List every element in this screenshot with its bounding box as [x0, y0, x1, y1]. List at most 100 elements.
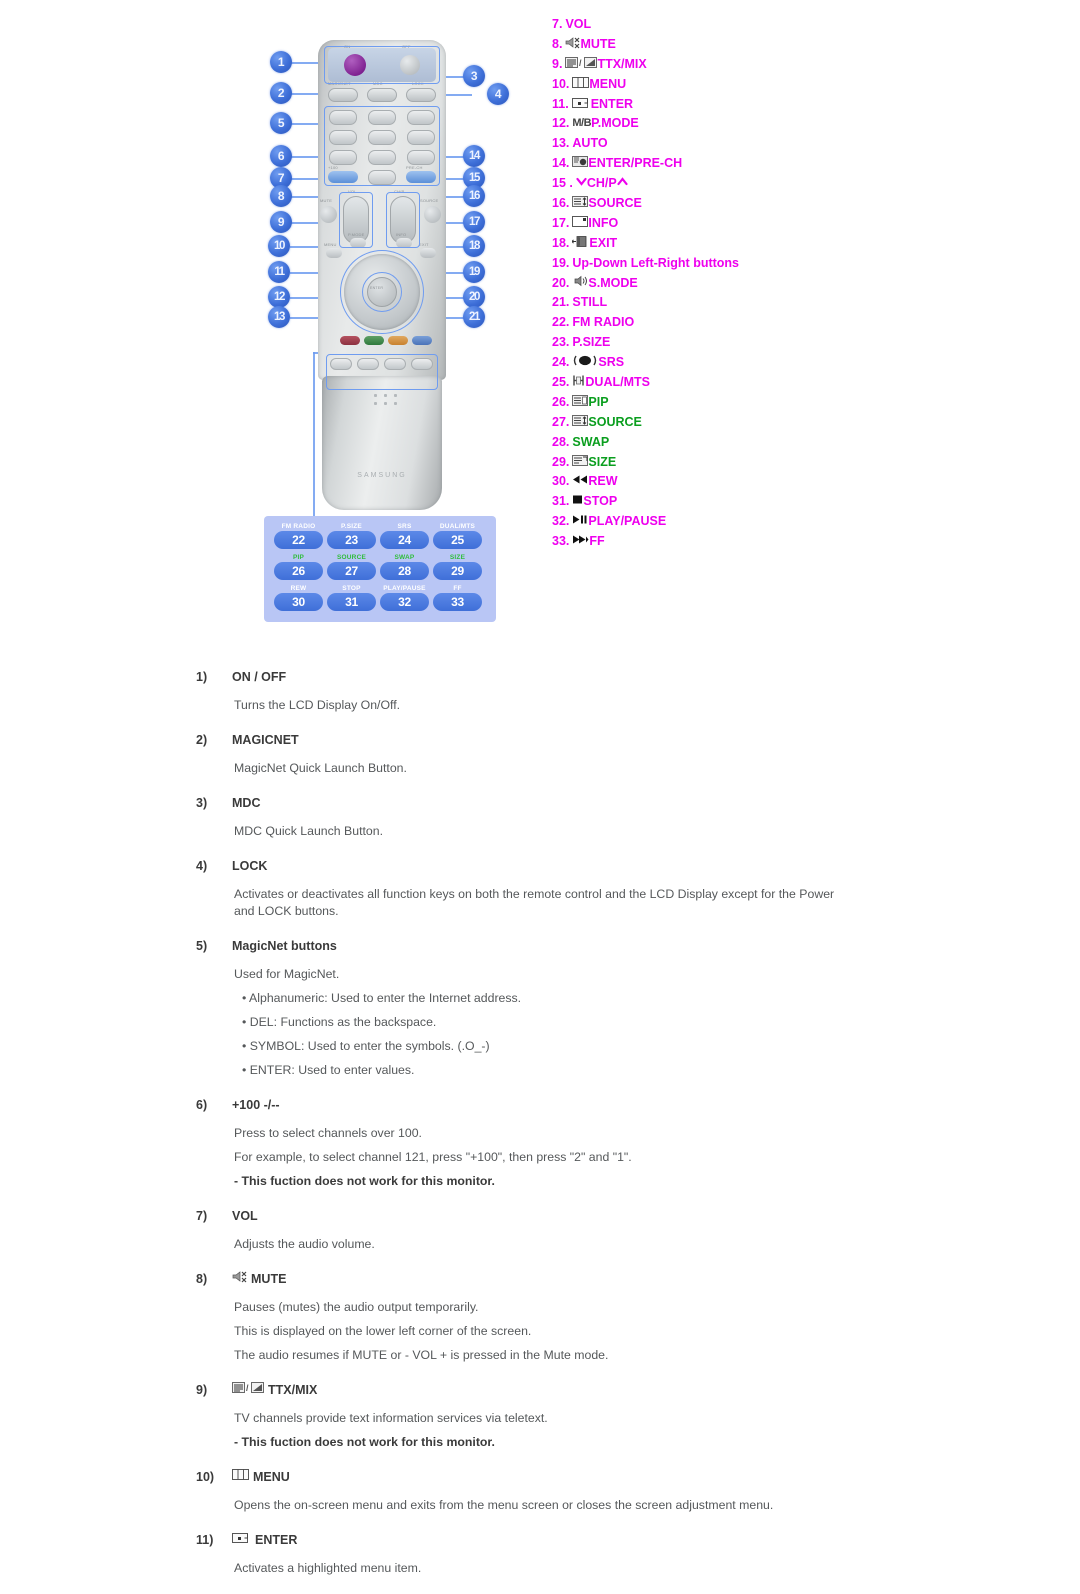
- still-button: [340, 336, 360, 345]
- keypad-cell: PLAY/PAUSE 32: [380, 584, 429, 611]
- keypad-key-label: P.SIZE: [341, 523, 362, 530]
- mb-icon: M/B: [572, 117, 592, 130]
- legend-item: 23. P.SIZE: [552, 332, 882, 352]
- description-number: 10): [196, 1470, 215, 1484]
- chevron-up-icon: [617, 176, 628, 190]
- keypad-cell: DUAL/MTS 25: [433, 522, 482, 549]
- callout-9: 9: [270, 211, 292, 233]
- description-line: • SYMBOL: Used to enter the symbols. (.O…: [242, 1039, 490, 1053]
- callout-11: 11: [268, 261, 290, 283]
- description-heading: 8) MUTE: [196, 1270, 836, 1288]
- description-title-group: MagicNet buttons: [232, 937, 337, 955]
- description-item: 8) MUTE Pauses (mutes) the audio output t…: [196, 1270, 836, 1364]
- legend-item: 13. AUTO: [552, 133, 882, 153]
- svg-text:/: /: [579, 58, 582, 68]
- hint-source: SOURCE: [420, 198, 439, 203]
- highlight-vol-rocker: [339, 192, 373, 248]
- description-heading: 11) ENTER: [196, 1531, 836, 1549]
- description-line: Activates or deactivates all function ke…: [234, 887, 835, 918]
- description-heading: 2) MAGICNET: [196, 731, 836, 749]
- description-line: MDC Quick Launch Button.: [234, 824, 383, 838]
- legend-item: 29. SIZE: [552, 452, 882, 472]
- legend-item-number: 24.: [552, 355, 570, 370]
- keypad-key-label: STOP: [342, 585, 361, 592]
- menu-button: [326, 248, 342, 258]
- description-line: • Alphanumeric: Used to enter the Intern…: [242, 991, 522, 1005]
- description-body: Opens the on-screen menu and exits from …: [234, 1497, 836, 1514]
- callout-21: 21: [463, 306, 485, 328]
- legend-item-number: 25.: [552, 374, 570, 389]
- legend-item-label: Up-Down Left-Right buttons: [572, 255, 740, 270]
- button-descriptions: 1) ON / OFF Turns the LCD Display On/Off. 2…: [196, 668, 836, 1594]
- source-icon: [572, 195, 589, 211]
- legend-item-number: 30.: [552, 474, 570, 489]
- description-line: - This fuction does not work for this mo…: [234, 1174, 495, 1188]
- description-item: 3) MDC MDC Quick Launch Button.: [196, 794, 836, 840]
- keypad-key-number: 27: [327, 562, 376, 580]
- remote-control-image: ON OFF MAGICNET MDC LOCK +100 PRE-CH VOL…: [318, 40, 446, 510]
- keypad-key-label: FM RADIO: [281, 523, 316, 530]
- legend-item-number: 27.: [552, 414, 570, 429]
- keypad-key-label: PLAY/PAUSE: [383, 585, 426, 592]
- legend-item: 11. ENTER: [552, 94, 882, 114]
- description-number: 3): [196, 796, 208, 810]
- description-line: Adjusts the audio volume.: [234, 1237, 375, 1251]
- legend-item-label: FF: [589, 534, 605, 549]
- legend-item-label: PLAY/PAUSE: [588, 514, 667, 529]
- keypad-key-label: SRS: [397, 523, 412, 530]
- callout-2: 2: [270, 82, 292, 104]
- legend-item: 22. FM RADIO: [552, 312, 882, 332]
- keypad-key-label: DUAL/MTS: [439, 523, 476, 530]
- expanded-media-keypad-panel: FM RADIO 22 P.SIZE 23 SRS 24 DUAL/MTS 25 PIP 26 SO…: [264, 516, 496, 622]
- menu-icon: [232, 1468, 249, 1486]
- legend-item-number: 19.: [552, 255, 570, 270]
- highlight-numeric-keypad: [324, 106, 440, 186]
- hint-mute: MUTE: [320, 198, 333, 203]
- description-title-group: VOL: [232, 1207, 258, 1225]
- legend-item-label: DUAL/MTS: [585, 374, 650, 389]
- description-body: Used for MagicNet. • Alphanumeric: Used t…: [234, 966, 836, 1079]
- keypad-cell: PIP 26: [274, 553, 323, 580]
- callout-14: 14: [463, 145, 485, 167]
- highlight-power-row: [324, 46, 440, 84]
- callout-10: 10: [268, 235, 290, 257]
- description-number: 2): [196, 733, 208, 747]
- description-body: Press to select channels over 100. For ex…: [234, 1125, 836, 1190]
- description-number: 9): [196, 1383, 208, 1397]
- callout-12: 12: [268, 286, 290, 308]
- description-item: 9) / TTX/MIX TV channels provide text inf…: [196, 1381, 836, 1451]
- description-line: TV channels provide text information ser…: [234, 1411, 548, 1425]
- remote-lower-body: SAMSUNG: [322, 376, 442, 510]
- legend-item-number: 26.: [552, 394, 570, 409]
- description-heading: 4) LOCK: [196, 857, 836, 875]
- legend-item-label: MUTE: [580, 36, 616, 51]
- smode-button: [388, 336, 408, 345]
- legend-item-label: PIP: [588, 394, 609, 409]
- callout-6: 6: [270, 145, 292, 167]
- keypad-key-number: 24: [380, 531, 429, 549]
- callout-18: 18: [463, 235, 485, 257]
- keypad-cell: SWAP 28: [380, 553, 429, 580]
- description-heading: 9) / TTX/MIX: [196, 1381, 836, 1399]
- description-title-group: ON / OFF: [232, 668, 286, 686]
- rewind-icon: [572, 474, 588, 488]
- legend-item: 7. VOL: [552, 14, 882, 34]
- legend-item-label: SRS: [598, 355, 625, 370]
- legend-item-number: 32.: [552, 514, 570, 529]
- description-title-group: / TTX/MIX: [232, 1381, 317, 1399]
- description-line: This is displayed on the lower left corn…: [234, 1324, 532, 1338]
- description-number: 5): [196, 939, 208, 953]
- legend-item-label: TTX/MIX: [597, 56, 647, 71]
- description-line: Press to select channels over 100.: [234, 1126, 422, 1140]
- keypad-connector-line: [313, 352, 315, 518]
- enter-icon: [571, 96, 591, 112]
- keypad-key-label: SOURCE: [336, 554, 366, 561]
- description-line: For example, to select channel 121, pres…: [234, 1150, 632, 1164]
- keypad-key-label: REW: [290, 585, 307, 592]
- description-title: VOL: [232, 1209, 258, 1223]
- legend-item-label: REW: [588, 474, 618, 489]
- description-item: 7) VOL Adjusts the audio volume.: [196, 1207, 836, 1253]
- legend-item: 33. FF: [552, 531, 882, 551]
- callout-17: 17: [463, 211, 485, 233]
- legend-item-number: 14.: [552, 156, 570, 171]
